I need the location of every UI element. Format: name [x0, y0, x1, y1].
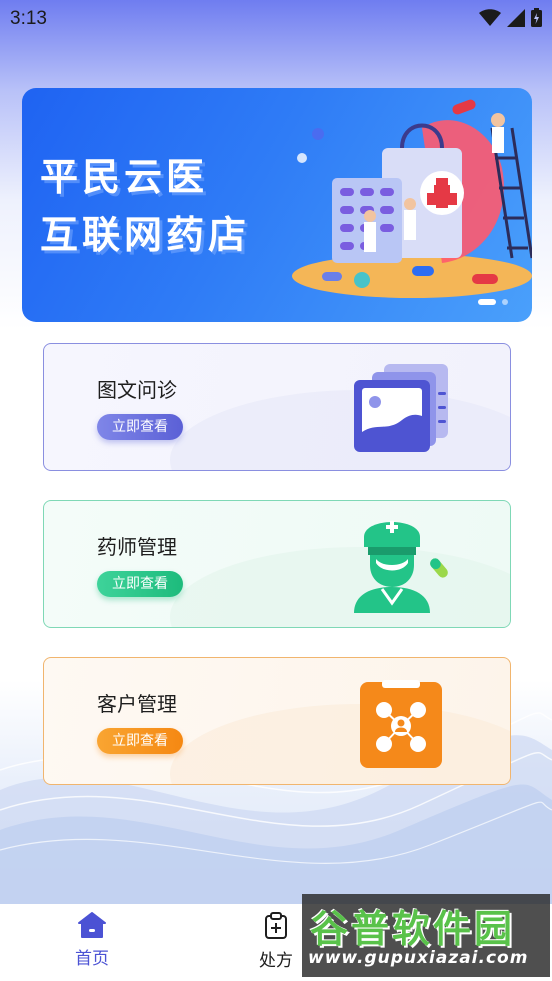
signal-icon	[507, 8, 525, 27]
nav-home[interactable]: 首页	[52, 912, 132, 969]
photo-gallery-icon	[354, 364, 448, 452]
customer-network-icon	[360, 680, 442, 768]
card-title: 客户管理	[97, 692, 177, 716]
card-swoosh	[170, 704, 510, 784]
status-time: 3:13	[10, 8, 47, 29]
carousel-dot-active[interactable]	[478, 299, 496, 305]
card-title: 药师管理	[97, 535, 177, 559]
view-now-button[interactable]: 立即查看	[97, 728, 183, 754]
card-pharmacist-management[interactable]: 药师管理 立即查看	[43, 500, 511, 628]
nav-home-label: 首页	[75, 949, 109, 969]
watermark-url: www.gupuxiazai.com	[308, 948, 529, 968]
carousel-dot[interactable]	[502, 299, 508, 305]
pharmacist-icon	[354, 521, 448, 613]
banner-title-line2: 互联网药店	[40, 213, 251, 257]
watermark: 谷普软件园 www.gupuxiazai.com	[302, 894, 550, 977]
card-swoosh	[170, 390, 510, 470]
battery-icon	[531, 8, 542, 27]
prescription-clipboard-icon	[265, 912, 287, 939]
view-now-button[interactable]: 立即查看	[97, 571, 183, 597]
home-icon	[78, 912, 106, 938]
banner-title-line1: 平民云医	[40, 155, 209, 199]
card-consultation[interactable]: 图文问诊 立即查看	[43, 343, 511, 471]
pharmacy-illustration	[292, 99, 532, 298]
card-customer-management[interactable]: 客户管理 立即查看	[43, 657, 511, 785]
promo-banner[interactable]: 平民云医 互联网药店	[22, 88, 532, 322]
carousel-indicator[interactable]	[478, 299, 508, 305]
view-now-button[interactable]: 立即查看	[97, 414, 183, 440]
watermark-text: 谷普软件园	[310, 907, 516, 951]
card-swoosh	[170, 547, 510, 627]
status-icons	[479, 8, 542, 27]
status-bar: 3:13	[0, 0, 552, 38]
card-title: 图文问诊	[97, 378, 177, 402]
wifi-icon	[479, 8, 501, 26]
